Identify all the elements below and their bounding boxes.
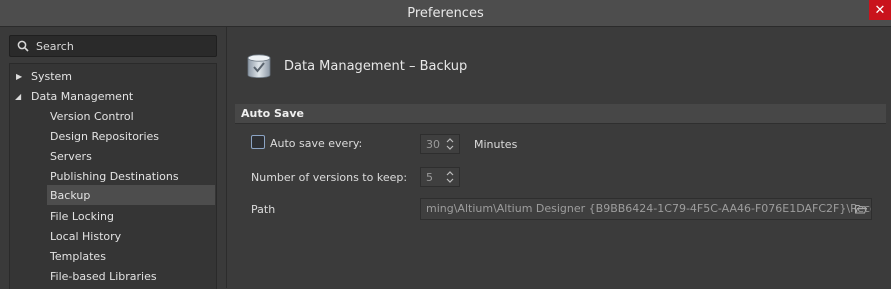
tree-item-label: Data Management	[31, 89, 134, 103]
settings-panel: Data Management – Backup Auto Save Auto …	[226, 27, 891, 288]
tree-item-label: Local History	[50, 229, 122, 243]
tree-item-label: Publishing Destinations	[50, 169, 179, 183]
search-placeholder: Search	[36, 39, 74, 53]
title-bar: Preferences ✕	[0, 0, 891, 27]
close-button[interactable]: ✕	[869, 0, 891, 20]
search-icon	[17, 40, 29, 52]
expand-arrow-icon[interactable]: ▶	[16, 72, 22, 81]
minutes-label: Minutes	[474, 138, 518, 151]
tree-item-backup[interactable]: Backup	[47, 185, 215, 205]
tree-item-label: Templates	[50, 249, 106, 263]
tree-item-file-based-libraries[interactable]: File-based Libraries	[10, 266, 216, 286]
tree-item-servers[interactable]: Servers	[10, 146, 216, 166]
versions-value: 5	[426, 171, 433, 184]
path-field[interactable]: ming\Altium\Altium Designer {B9BB6424-1C…	[420, 198, 872, 220]
tree-item-publishing-destinations[interactable]: Publishing Destinations	[10, 166, 216, 186]
tree-item-templates[interactable]: Templates	[10, 246, 216, 266]
versions-label: Number of versions to keep:	[251, 171, 408, 184]
tree-item-local-history[interactable]: Local History	[10, 226, 216, 246]
tree-item-design-repositories[interactable]: Design Repositories	[10, 126, 216, 146]
search-input[interactable]: Search	[9, 35, 217, 57]
folder-open-icon[interactable]	[855, 204, 867, 214]
tree-item-system[interactable]: ▶ System	[10, 66, 216, 86]
tree-item-label: Backup	[50, 188, 91, 202]
path-value: ming\Altium\Altium Designer {B9BB6424-1C…	[426, 202, 872, 215]
tree-item-label: Version Control	[50, 109, 134, 123]
close-icon: ✕	[874, 2, 886, 18]
versions-stepper[interactable]: 5	[420, 167, 460, 187]
tree-item-label: Servers	[50, 149, 92, 163]
tree-item-label: System	[31, 69, 73, 83]
database-check-icon	[247, 54, 271, 79]
tree-item-data-management[interactable]: ◢ Data Management	[10, 86, 216, 106]
spinner-arrows-icon[interactable]	[446, 136, 454, 152]
autosave-interval-stepper[interactable]: 30	[420, 134, 460, 154]
left-panel: Search ▶ System ◢ Data Management Versio…	[0, 27, 225, 289]
preferences-tree: ▶ System ◢ Data Management Version Contr…	[9, 63, 217, 289]
collapse-arrow-icon[interactable]: ◢	[15, 92, 21, 101]
window-title: Preferences	[407, 5, 484, 21]
autosave-checkbox[interactable]	[251, 135, 265, 149]
section-header-auto-save: Auto Save	[235, 104, 886, 124]
tree-item-label: File Locking	[50, 209, 114, 223]
autosave-label: Auto save every:	[270, 137, 363, 150]
page-title: Data Management – Backup	[284, 59, 468, 74]
path-label: Path	[251, 203, 276, 216]
tree-item-label: Design Repositories	[50, 129, 160, 143]
tree-item-label: File-based Libraries	[50, 269, 157, 283]
spinner-arrows-icon[interactable]	[446, 169, 454, 185]
autosave-interval-value: 30	[426, 138, 440, 151]
tree-item-version-control[interactable]: Version Control	[10, 106, 216, 126]
tree-item-file-locking[interactable]: File Locking	[10, 206, 216, 226]
